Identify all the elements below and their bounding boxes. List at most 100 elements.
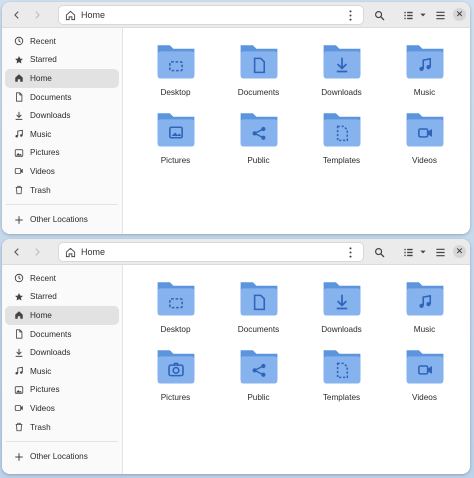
folder-desktop[interactable]: Desktop	[134, 40, 217, 108]
folder-label: Downloads	[321, 88, 362, 97]
folder-grid: Desktop Documents Downloads Music Pictures Pu…	[134, 40, 466, 176]
sidebar-item-recent[interactable]: Recent	[5, 269, 119, 288]
star-icon	[13, 54, 24, 65]
folder-label: Public	[247, 393, 270, 402]
sidebar-item-label: Music	[30, 366, 52, 376]
chevron-down-icon[interactable]	[417, 5, 429, 25]
folder-label: Music	[413, 88, 436, 97]
sidebar-item-label: Videos	[30, 166, 55, 176]
path-menu-icon[interactable]	[347, 8, 359, 22]
home-icon	[13, 310, 24, 321]
sidebar-item-downloads[interactable]: Downloads	[5, 106, 119, 125]
sidebar-item-videos[interactable]: Videos	[5, 399, 119, 418]
sidebar-item-label: Starred	[30, 55, 57, 65]
download-icon	[13, 110, 24, 121]
folder-public[interactable]: Public	[217, 345, 300, 413]
sidebar-item-trash[interactable]: Trash	[5, 418, 119, 437]
folder-label: Desktop	[160, 325, 191, 334]
header-bar: Home ✕	[2, 239, 470, 265]
music-icon	[13, 366, 24, 377]
sidebar-item-music[interactable]: Music	[5, 125, 119, 144]
sidebar: Recent Starred Home Documents Downloads Music…	[2, 28, 123, 234]
sidebar-item-label: Videos	[30, 403, 55, 413]
forward-icon[interactable]	[27, 5, 47, 25]
folder-templates[interactable]: Templates	[300, 108, 383, 176]
forward-icon[interactable]	[27, 242, 47, 262]
sidebar-item-videos[interactable]: Videos	[5, 162, 119, 181]
folder-documents-icon	[238, 277, 280, 319]
back-icon[interactable]	[7, 5, 27, 25]
folder-label: Downloads	[321, 325, 362, 334]
sidebar-item-label: Downloads	[30, 111, 71, 121]
sidebar-item-music[interactable]: Music	[5, 362, 119, 381]
path-bar[interactable]: Home	[58, 242, 364, 262]
picture-icon	[13, 384, 24, 395]
close-icon[interactable]: ✕	[453, 245, 466, 258]
folder-label: Templates	[322, 393, 361, 402]
sidebar-divider	[6, 441, 118, 443]
sidebar-item-trash[interactable]: Trash	[5, 181, 119, 200]
sidebar-item-other-locations[interactable]: Other Locations	[5, 210, 119, 229]
folder-pictures[interactable]: Pictures	[134, 108, 217, 176]
folder-public-icon	[238, 108, 280, 150]
sidebar-item-downloads[interactable]: Downloads	[5, 343, 119, 362]
sidebar-item-documents[interactable]: Documents	[5, 88, 119, 107]
star-icon	[13, 291, 24, 302]
folder-videos[interactable]: Videos	[383, 108, 466, 176]
header-bar: Home ✕	[2, 2, 470, 28]
path-bar[interactable]: Home	[58, 5, 364, 25]
search-icon[interactable]	[369, 5, 389, 25]
list-view-icon[interactable]	[400, 242, 416, 262]
sidebar-item-home[interactable]: Home	[5, 69, 119, 88]
folder-music-icon	[404, 277, 446, 319]
folder-documents[interactable]: Documents	[217, 40, 300, 108]
folder-videos-icon	[404, 108, 446, 150]
sidebar-item-label: Other Locations	[30, 452, 88, 462]
sidebar-item-pictures[interactable]: Pictures	[5, 144, 119, 163]
sidebar-item-pictures[interactable]: Pictures	[5, 381, 119, 400]
home-icon	[65, 247, 81, 258]
music-icon	[13, 129, 24, 140]
sidebar-item-starred[interactable]: Starred	[5, 51, 119, 70]
close-icon[interactable]: ✕	[453, 8, 466, 21]
folder-pictures-icon	[155, 108, 197, 150]
folder-desktop[interactable]: Desktop	[134, 277, 217, 345]
hamburger-menu-icon[interactable]	[432, 5, 448, 25]
sidebar-item-recent[interactable]: Recent	[5, 32, 119, 51]
list-view-icon[interactable]	[400, 5, 416, 25]
file-manager-window-top: Home ✕ Recent Starred Home Documents Downloads…	[2, 2, 470, 234]
search-icon[interactable]	[369, 242, 389, 262]
folder-grid: Desktop Documents Downloads Music Pictures Pu…	[134, 277, 466, 413]
folder-downloads[interactable]: Downloads	[300, 40, 383, 108]
sidebar-item-label: Downloads	[30, 348, 71, 358]
sidebar-item-label: Other Locations	[30, 215, 88, 225]
folder-label: Public	[247, 156, 270, 165]
folder-documents[interactable]: Documents	[217, 277, 300, 345]
sidebar-item-label: Home	[30, 310, 52, 320]
folder-videos[interactable]: Videos	[383, 345, 466, 413]
folder-downloads[interactable]: Downloads	[300, 277, 383, 345]
folder-pictures[interactable]: Pictures	[134, 345, 217, 413]
chevron-down-icon[interactable]	[417, 242, 429, 262]
path-menu-icon[interactable]	[347, 245, 359, 259]
back-icon[interactable]	[7, 242, 27, 262]
folder-music[interactable]: Music	[383, 40, 466, 108]
folder-label: Music	[413, 325, 436, 334]
sidebar-item-label: Trash	[30, 185, 51, 195]
folder-desktop-icon	[155, 40, 197, 82]
sidebar-item-starred[interactable]: Starred	[5, 288, 119, 307]
folder-music-icon	[404, 40, 446, 82]
file-manager-window-bottom: Home ✕ Recent Starred Home Documents Downloads…	[2, 239, 470, 474]
folder-pictures-icon	[155, 345, 197, 387]
sidebar-item-documents[interactable]: Documents	[5, 325, 119, 344]
folder-music[interactable]: Music	[383, 277, 466, 345]
sidebar-item-home[interactable]: Home	[5, 306, 119, 325]
folder-templates-icon	[321, 108, 363, 150]
folder-label: Documents	[237, 325, 280, 334]
hamburger-menu-icon[interactable]	[432, 242, 448, 262]
sidebar-item-other-locations[interactable]: Other Locations	[5, 447, 119, 466]
sidebar-item-label: Documents	[30, 92, 72, 102]
download-icon	[13, 347, 24, 358]
folder-public[interactable]: Public	[217, 108, 300, 176]
folder-templates[interactable]: Templates	[300, 345, 383, 413]
